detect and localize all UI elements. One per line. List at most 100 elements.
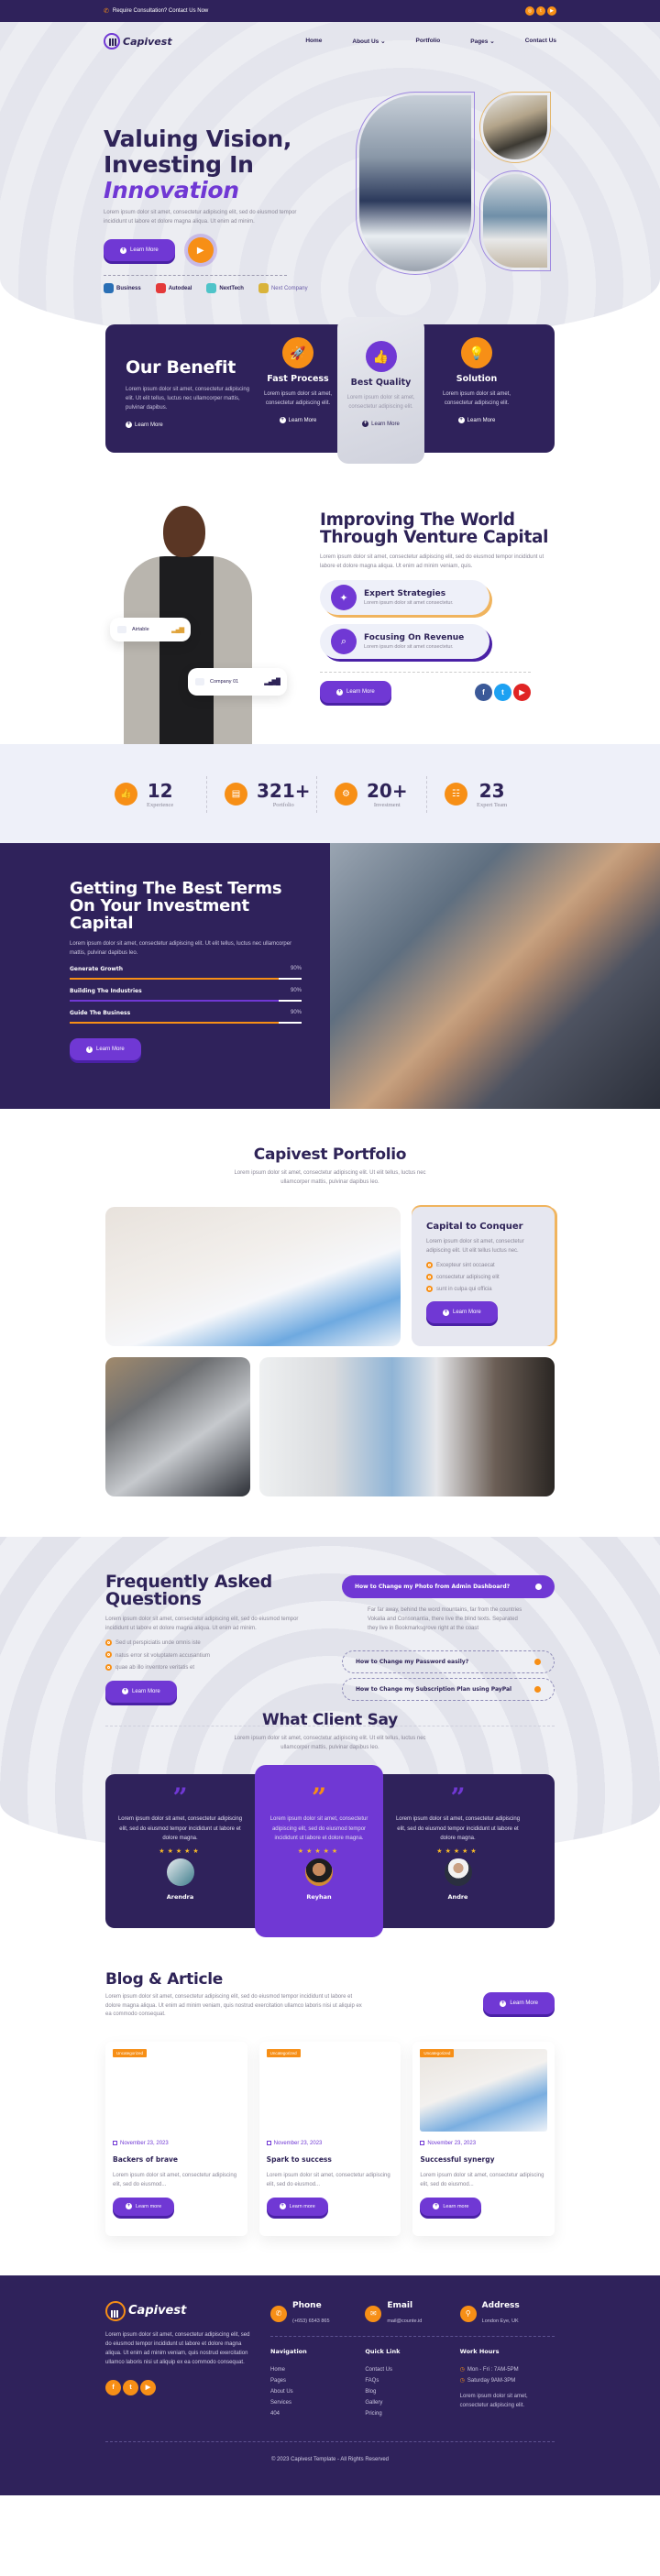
thumbs-up-icon: 👍 — [365, 341, 397, 372]
post-title[interactable]: Spark to success — [267, 2155, 394, 2164]
twitter-icon[interactable]: t — [536, 6, 545, 16]
instagram-icon[interactable]: ◎ — [525, 6, 534, 16]
footer-link-faqs[interactable]: FAQs — [365, 2375, 459, 2386]
business-logo-icon — [104, 283, 114, 293]
blog-learn-more-button[interactable]: + Learn More — [483, 1992, 555, 2014]
category-badge[interactable]: Uncategorized — [266, 2048, 301, 2057]
contact-title: Email — [387, 2300, 413, 2310]
contact-value[interactable]: mail@counte.id — [387, 2318, 422, 2324]
post-learn-more-button[interactable]: + Learn more — [420, 2197, 482, 2216]
nav-home[interactable]: Home — [305, 38, 322, 45]
lightbulb-icon: 💡 — [461, 337, 492, 368]
improving-learn-more-button[interactable]: + Learn More — [320, 681, 391, 703]
portfolio-section: Capivest Portfolio Lorem ipsum dolor sit… — [0, 1109, 660, 1496]
footer-link-home[interactable]: Home — [270, 2364, 365, 2375]
brand-logo[interactable]: Capivest — [104, 33, 172, 49]
blog-post-card[interactable]: Uncategorized November 23, 2023 Spark to… — [258, 2041, 402, 2236]
button-label: Learn more — [136, 2203, 162, 2209]
feature-learn-more-link[interactable]: + Learn More — [252, 417, 344, 423]
feature-fast-process: 🚀 Fast Process Lorem ipsum dolor sit ame… — [252, 324, 344, 453]
twitter-icon[interactable]: t — [123, 2379, 138, 2395]
calendar-icon — [420, 2141, 425, 2145]
consultation-contact[interactable]: ✆ Require Consultation? Contact Us Now — [104, 7, 208, 15]
column-title: Navigation — [270, 2347, 307, 2355]
post-learn-more-button[interactable]: + Learn more — [113, 2197, 175, 2216]
nav-contact-us[interactable]: Contact Us — [525, 38, 556, 45]
rocket-icon: 🚀 — [282, 337, 314, 368]
benefit-learn-more-link[interactable]: + Learn More — [126, 422, 252, 428]
nav-portfolio[interactable]: Portfolio — [416, 38, 441, 45]
terms-learn-more-button[interactable]: + Learn More — [70, 1038, 141, 1060]
nav-pages[interactable]: Pages ⌄ — [470, 38, 494, 45]
progress-value: 90% — [290, 1010, 302, 1015]
portfolio-image-charts[interactable] — [105, 1207, 401, 1346]
calendar-icon — [113, 2141, 117, 2145]
bullet-item: natus error sit voluptatem accusantium — [105, 1650, 325, 1663]
footer: Capivest Lorem ipsum dolor sit amet, con… — [0, 2275, 660, 2495]
footer-link-contact-us[interactable]: Contact Us — [365, 2364, 459, 2375]
post-thumbnail — [420, 2048, 548, 2132]
facebook-icon[interactable]: f — [105, 2379, 121, 2395]
nexttech-logo-icon — [206, 283, 217, 293]
portfolio-image-handshake[interactable] — [259, 1357, 555, 1496]
faq-item-change-password[interactable]: How to Change my Password easily? — [342, 1650, 555, 1673]
hours-text: Mon - Fri : 7AM-5PM — [467, 2366, 519, 2373]
work-hours-weekday: ◷ Mon - Fri : 7AM-5PM — [460, 2364, 555, 2375]
plus-circle-icon: + — [362, 421, 369, 427]
progress-value: 90% — [290, 966, 302, 971]
progress-guide-business: Guide The Business 90% — [70, 1010, 302, 1024]
facebook-icon[interactable]: f — [475, 683, 492, 701]
post-title[interactable]: Backers of brave — [113, 2155, 240, 2164]
portfolio-image-tablet[interactable] — [105, 1357, 250, 1496]
bullet-text: Sed ut perspiciatis unde omnis iste — [116, 1640, 201, 1646]
bullet-icon — [426, 1285, 433, 1292]
contact-address: ⚲ Address London Eye, UK — [459, 2301, 555, 2327]
post-learn-more-button[interactable]: + Learn more — [266, 2197, 328, 2216]
testimonial-reyhan: ” Lorem ipsum dolor sit amet, consectetu… — [255, 1765, 383, 1937]
plus-circle-icon: + — [126, 422, 132, 428]
next-company-logo-icon — [258, 283, 269, 293]
top-bar: ✆ Require Consultation? Contact Us Now ◎… — [0, 0, 660, 22]
faq-learn-more-button[interactable]: + Learn More — [105, 1680, 177, 1703]
footer-link-pricing[interactable]: Pricing — [365, 2408, 459, 2419]
contact-value[interactable]: (+653) 6543 865 — [292, 2318, 330, 2324]
portfolio-learn-more-button[interactable]: + Learn More — [426, 1301, 498, 1323]
faq-item-subscription-paypal[interactable]: How to Change my Subscription Plan using… — [342, 1678, 555, 1701]
blog-post-card[interactable]: Uncategorized November 23, 2023 Backers … — [105, 2041, 248, 2236]
testimonials-card: ” Lorem ipsum dolor sit amet, consectetu… — [105, 1765, 555, 1937]
footer-logo[interactable]: Capivest — [105, 2300, 270, 2321]
play-video-button[interactable]: ▶ — [187, 237, 214, 263]
chevron-down-icon: ⌄ — [380, 38, 386, 45]
youtube-icon[interactable]: ▶ — [547, 6, 556, 16]
footer-link-services[interactable]: Services — [270, 2397, 365, 2408]
footer-link-gallery[interactable]: Gallery — [365, 2397, 459, 2408]
post-title[interactable]: Successful synergy — [420, 2155, 547, 2164]
footer-link-404[interactable]: 404 — [270, 2408, 365, 2419]
feature-learn-more-link[interactable]: + Learn More — [337, 421, 424, 427]
testimonials-section: What Client Say Lorem ipsum dolor sit am… — [0, 1711, 660, 1937]
partner-brands: Business Autodeal NextTech Next Company — [104, 283, 342, 293]
footer-link-blog[interactable]: Blog — [365, 2386, 459, 2397]
hero-divider — [104, 275, 287, 276]
footer-social: f t ▶ — [105, 2379, 270, 2395]
client-name: Andre — [447, 1892, 468, 1901]
airtable-chip: Airtable ▂▄▆ — [110, 618, 191, 641]
company-logo-icon — [117, 626, 126, 633]
category-badge[interactable]: Uncategorized — [113, 2048, 148, 2057]
terms-title: Getting The Best Terms On Your Investmen… — [70, 879, 282, 933]
bullet-text: natus error sit voluptatem accusantium — [116, 1652, 211, 1659]
category-badge[interactable]: Uncategorized — [420, 2048, 455, 2057]
blog-post-card[interactable]: Uncategorized November 23, 2023 Successf… — [412, 2041, 556, 2236]
footer-link-about-us[interactable]: About Us — [270, 2386, 365, 2397]
youtube-icon[interactable]: ▶ — [513, 683, 531, 701]
footer-link-pages[interactable]: Pages — [270, 2375, 365, 2386]
faq-item-change-photo[interactable]: How to Change my Photo from Admin Dashbo… — [342, 1575, 555, 1598]
clock-icon: ◷ — [459, 2377, 465, 2384]
youtube-icon[interactable]: ▶ — [140, 2379, 156, 2395]
quote-icon: ” — [311, 1782, 327, 1813]
twitter-icon[interactable]: t — [494, 683, 512, 701]
nav-about-us[interactable]: About Us ⌄ — [352, 38, 385, 45]
hero-learn-more-button[interactable]: + Learn More — [104, 239, 175, 261]
feature-learn-more-link[interactable]: + Learn More — [431, 417, 522, 423]
testimonials-title: What Client Say — [262, 1711, 398, 1729]
